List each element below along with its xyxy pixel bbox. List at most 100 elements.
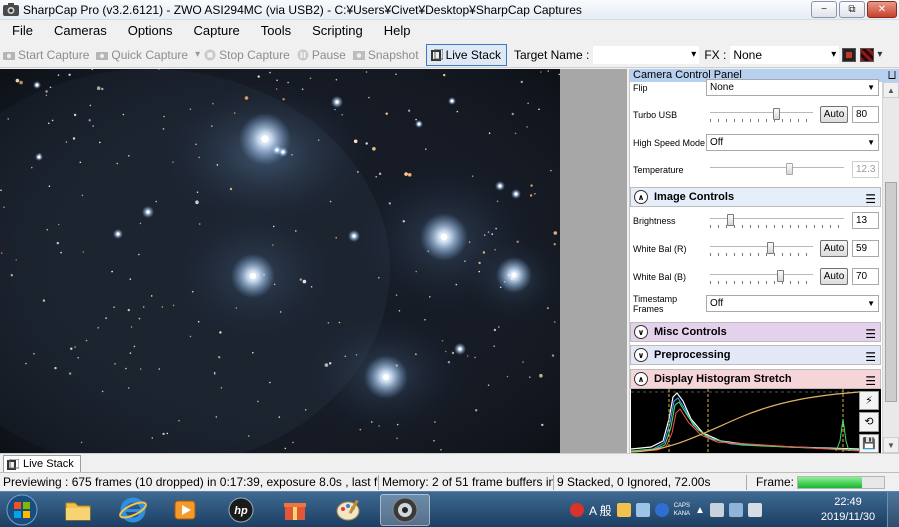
background-star — [511, 112, 514, 116]
turbo-usb-slider[interactable] — [710, 108, 813, 122]
bright-star — [417, 122, 421, 126]
timestamp-frames-select[interactable]: Off ▼ — [706, 295, 879, 312]
stop-capture-button[interactable]: Stop Capture — [204, 48, 290, 62]
taskbar-paint[interactable] — [326, 494, 372, 526]
image-controls-header[interactable]: ∧ Image Controls ☰ — [630, 187, 881, 207]
background-star — [275, 88, 278, 90]
turbo-usb-value[interactable]: 80 — [852, 106, 879, 123]
hamburger-menu-icon[interactable]: ☰ — [865, 350, 876, 364]
usb-device-icon[interactable] — [709, 503, 724, 517]
background-star — [483, 234, 486, 236]
show-desktop-button[interactable] — [887, 492, 899, 527]
fx-select[interactable]: None ▾ — [730, 45, 840, 64]
white-bal-b-slider-thumb[interactable] — [777, 270, 784, 282]
quick-capture-button[interactable]: Quick Capture — [96, 48, 188, 62]
white-bal-r-slider-thumb[interactable] — [767, 242, 774, 254]
show-hidden-icons[interactable]: ▲ — [695, 505, 705, 516]
menu-cameras[interactable]: Cameras — [42, 23, 116, 38]
background-star — [493, 345, 496, 348]
hamburger-menu-icon[interactable]: ☰ — [865, 374, 876, 388]
snapshot-button[interactable]: Snapshot — [352, 48, 419, 62]
white-bal-b-slider-track — [710, 274, 813, 276]
brightness-value[interactable]: 13 — [852, 212, 879, 229]
white-bal-b-value[interactable]: 70 — [852, 268, 879, 285]
panel-scrollbar[interactable]: ▲ ▼ — [882, 82, 899, 453]
misc-controls-header[interactable]: ∨ Misc Controls ☰ — [630, 322, 881, 342]
bright-star — [352, 234, 356, 238]
white-bal-b-slider[interactable] — [710, 270, 813, 284]
taskbar-app-gift[interactable] — [272, 494, 318, 526]
taskbar-explorer[interactable] — [55, 494, 101, 526]
menu-options[interactable]: Options — [116, 23, 182, 38]
scroll-up-icon[interactable]: ▲ — [883, 82, 899, 98]
background-star — [357, 171, 359, 173]
background-star — [434, 421, 436, 423]
white-bal-r-slider-track — [710, 246, 813, 248]
alert-icon[interactable] — [570, 503, 584, 517]
ime-pad-icon[interactable] — [616, 503, 631, 517]
maximize-button[interactable]: ⧉ — [839, 1, 865, 18]
pin-icon[interactable]: ⨆ — [888, 69, 896, 82]
gift-box-icon — [284, 503, 306, 520]
background-star — [279, 311, 282, 313]
white-bal-r-auto-button[interactable]: Auto — [820, 240, 848, 257]
background-star — [273, 283, 276, 286]
background-star — [85, 339, 88, 342]
brightness-slider[interactable] — [710, 214, 844, 228]
high-speed-mode-select[interactable]: Off ▼ — [706, 134, 879, 151]
turbo-usb-slider-thumb[interactable] — [773, 108, 780, 120]
scroll-down-icon[interactable]: ▼ — [883, 437, 899, 453]
target-name-input[interactable]: ▾ — [593, 45, 700, 64]
lightning-icon[interactable]: ⚡ — [859, 391, 879, 411]
background-star — [139, 368, 142, 370]
brightness-slider-thumb[interactable] — [727, 214, 734, 226]
reset-icon[interactable]: ⟲ — [859, 412, 879, 432]
flip-select[interactable]: None ▼ — [706, 79, 879, 96]
minimize-button[interactable]: − — [811, 1, 837, 18]
bright-star — [440, 233, 448, 241]
white-bal-r-value[interactable]: 59 — [852, 240, 879, 257]
color-pattern-dropdown-icon[interactable]: ▾ — [877, 49, 882, 60]
scrollbar-thumb[interactable] — [885, 182, 897, 402]
save-icon[interactable]: 💾 — [859, 433, 879, 453]
volume-icon[interactable] — [747, 503, 762, 517]
histogram-display[interactable] — [631, 389, 881, 453]
flip-dropdown-icon: ▼ — [867, 83, 875, 92]
color-pattern-icon[interactable] — [860, 47, 875, 62]
live-stack-button[interactable]: Live Stack — [425, 43, 507, 66]
taskbar-internet-explorer[interactable] — [110, 494, 156, 526]
preprocessing-header[interactable]: ∨ Preprocessing ☰ — [630, 345, 881, 365]
menu-tools[interactable]: Tools — [249, 23, 300, 38]
menu-scripting[interactable]: Scripting — [300, 23, 372, 38]
taskbar-sharpcap[interactable] — [380, 494, 430, 526]
start-button[interactable] — [2, 493, 42, 527]
pause-button[interactable]: Pause — [297, 48, 346, 62]
quick-capture-dropdown-icon[interactable]: ▾ — [195, 49, 200, 60]
taskbar-hp[interactable]: hp — [218, 494, 264, 526]
hamburger-menu-icon[interactable]: ☰ — [865, 192, 876, 206]
close-button[interactable]: ✕ — [867, 1, 897, 18]
help-icon[interactable] — [654, 503, 669, 517]
white-bal-b-auto-button[interactable]: Auto — [820, 268, 848, 285]
menu-help[interactable]: Help — [372, 23, 420, 38]
background-star — [353, 139, 358, 144]
record-icon[interactable] — [842, 47, 857, 62]
menu-capture[interactable]: Capture — [182, 23, 249, 38]
preprocessing-title: Preprocessing — [654, 349, 731, 361]
start-capture-button[interactable]: Start Capture — [3, 48, 89, 62]
display-histogram-stretch-header[interactable]: ∧ Display Histogram Stretch ☰ — [630, 369, 881, 389]
background-star — [33, 353, 35, 355]
network-icon[interactable] — [728, 503, 743, 517]
menu-file[interactable]: File — [0, 23, 42, 38]
tab-live-stack[interactable]: Live Stack — [3, 455, 81, 472]
background-star — [10, 274, 13, 277]
taskbar-media-player[interactable] — [162, 494, 208, 526]
ime-tool-icon[interactable] — [635, 503, 650, 517]
ime-indicator[interactable]: A 般 — [589, 502, 612, 519]
taskbar-clock[interactable]: 22:49 2019/11/30 — [818, 495, 878, 525]
hamburger-menu-icon[interactable]: ☰ — [865, 327, 876, 341]
turbo-usb-auto-button[interactable]: Auto — [820, 106, 848, 123]
preview-viewport[interactable] — [0, 69, 627, 453]
white-bal-r-slider[interactable] — [710, 242, 813, 256]
background-star — [197, 320, 200, 323]
